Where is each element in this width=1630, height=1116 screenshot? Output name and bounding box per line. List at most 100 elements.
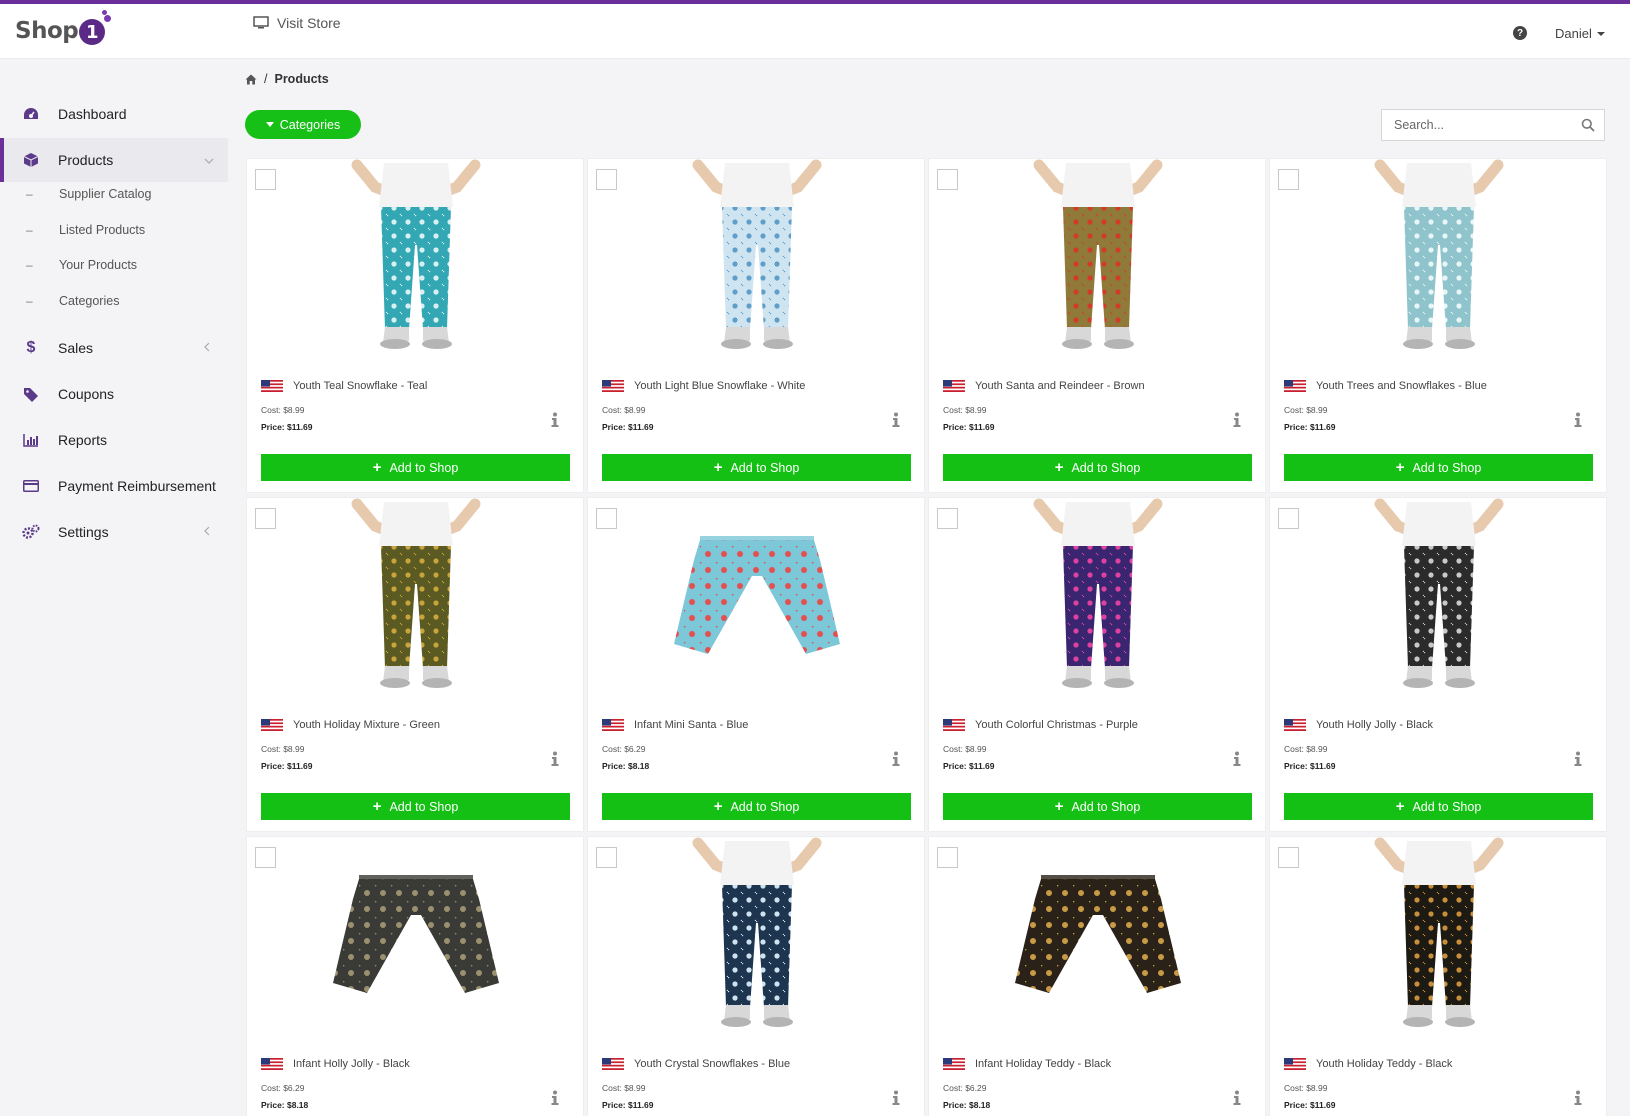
product-image[interactable]: [588, 837, 926, 1037]
us-flag-icon: [602, 719, 624, 731]
product-title: Youth Trees and Snowflakes - Blue: [1316, 380, 1487, 392]
product-title: Youth Santa and Reindeer - Brown: [975, 380, 1145, 392]
product-image[interactable]: [1270, 159, 1608, 359]
product-title-row: Infant Holly Jolly - Black: [261, 1058, 410, 1070]
user-menu[interactable]: Daniel: [1555, 26, 1605, 41]
sidebar-item-label: Settings: [58, 524, 109, 540]
sidebar-item-products[interactable]: Products: [0, 138, 228, 182]
info-icon[interactable]: [1573, 1090, 1583, 1106]
info-icon[interactable]: [1232, 412, 1242, 428]
sidebar-item-settings[interactable]: Settings: [0, 510, 228, 554]
product-cost: Cost: $6.29: [943, 1083, 987, 1093]
categories-label: Categories: [279, 117, 341, 132]
select-checkbox[interactable]: [596, 508, 617, 529]
add-to-shop-button[interactable]: + Add to Shop: [943, 454, 1252, 481]
breadcrumb-current: Products: [274, 72, 329, 86]
product-title-row: Youth Crystal Snowflakes - Blue: [602, 1058, 790, 1070]
product-card: Youth Colorful Christmas - Purple Cost: …: [928, 497, 1266, 832]
info-icon[interactable]: [891, 1090, 901, 1106]
add-to-shop-button[interactable]: + Add to Shop: [943, 793, 1252, 820]
shop-logo[interactable]: Shop 1: [15, 10, 112, 45]
add-to-shop-button[interactable]: + Add to Shop: [1284, 793, 1593, 820]
select-checkbox[interactable]: [255, 847, 276, 868]
select-checkbox[interactable]: [596, 169, 617, 190]
search-icon[interactable]: [1581, 118, 1595, 132]
sidebar-item-label: Coupons: [58, 386, 115, 402]
select-checkbox[interactable]: [937, 847, 958, 868]
caret-down-icon: [265, 122, 274, 127]
plus-icon: +: [1395, 459, 1405, 476]
select-checkbox[interactable]: [1278, 508, 1299, 529]
product-card: Youth Trees and Snowflakes - Blue Cost: …: [1269, 158, 1607, 493]
product-photo-youth: [1374, 498, 1504, 688]
info-icon[interactable]: [550, 412, 560, 428]
select-checkbox[interactable]: [255, 169, 276, 190]
sidebar-subitem-your-products[interactable]: – Your Products: [0, 248, 228, 282]
product-image[interactable]: [1270, 498, 1608, 698]
sidebar-subitem-supplier-catalog[interactable]: – Supplier Catalog: [0, 177, 228, 211]
product-price: Price: $11.69: [1284, 1100, 1336, 1110]
info-icon[interactable]: [891, 751, 901, 767]
info-icon[interactable]: [1232, 1090, 1242, 1106]
select-checkbox[interactable]: [255, 508, 276, 529]
product-title-row: Infant Mini Santa - Blue: [602, 719, 748, 731]
visit-store-link[interactable]: Visit Store: [253, 15, 341, 31]
product-image[interactable]: [929, 498, 1267, 698]
info-icon[interactable]: [550, 1090, 560, 1106]
info-icon[interactable]: [1573, 412, 1583, 428]
sidebar-item-reports[interactable]: Reports: [0, 418, 228, 462]
product-image[interactable]: [588, 498, 926, 698]
help-icon[interactable]: ?: [1513, 26, 1527, 40]
product-image[interactable]: [588, 159, 926, 359]
sidebar-subitem-label: Listed Products: [59, 223, 146, 237]
select-checkbox[interactable]: [596, 847, 617, 868]
add-to-shop-button[interactable]: + Add to Shop: [261, 793, 570, 820]
add-to-shop-button[interactable]: + Add to Shop: [602, 793, 911, 820]
sidebar-item-label: Sales: [58, 340, 94, 356]
select-checkbox[interactable]: [1278, 169, 1299, 190]
add-to-shop-button[interactable]: + Add to Shop: [602, 454, 911, 481]
box-icon: [22, 151, 40, 169]
us-flag-icon: [1284, 1058, 1306, 1070]
add-to-shop-label: Add to Shop: [1071, 799, 1141, 814]
us-flag-icon: [261, 380, 283, 392]
add-to-shop-button[interactable]: + Add to Shop: [1284, 454, 1593, 481]
chevron-left-icon: [204, 525, 210, 539]
sidebar-subitem-categories[interactable]: – Categories: [0, 284, 228, 318]
dashboard-icon: [22, 105, 40, 123]
info-icon[interactable]: [550, 751, 560, 767]
sidebar-item-payment-reimbursement[interactable]: Payment Reimbursement: [0, 464, 228, 508]
categories-button[interactable]: Categories: [245, 110, 361, 139]
sidebar-item-dashboard[interactable]: Dashboard: [0, 92, 228, 136]
product-photo-youth: [1033, 159, 1163, 349]
breadcrumb-separator: /: [264, 72, 268, 86]
product-image[interactable]: [929, 159, 1267, 359]
search-box: [1381, 109, 1605, 141]
info-icon[interactable]: [1573, 751, 1583, 767]
product-price: Price: $11.69: [261, 761, 313, 771]
select-checkbox[interactable]: [937, 169, 958, 190]
product-photo-infant: [333, 875, 499, 993]
add-to-shop-button[interactable]: + Add to Shop: [261, 454, 570, 481]
us-flag-icon: [1284, 719, 1306, 731]
product-price: Price: $11.69: [943, 761, 995, 771]
search-input[interactable]: [1382, 110, 1572, 140]
home-icon[interactable]: [245, 74, 257, 85]
product-price: Price: $8.18: [602, 761, 650, 771]
sidebar-subitem-listed-products[interactable]: – Listed Products: [0, 213, 228, 247]
info-icon[interactable]: [891, 412, 901, 428]
product-image[interactable]: [247, 159, 585, 359]
info-icon[interactable]: [1232, 751, 1242, 767]
select-checkbox[interactable]: [937, 508, 958, 529]
select-checkbox[interactable]: [1278, 847, 1299, 868]
chevron-down-icon: [1596, 31, 1605, 36]
sidebar-subitem-label: Supplier Catalog: [59, 187, 152, 201]
product-image[interactable]: [247, 837, 585, 1037]
sidebar-item-sales[interactable]: $ Sales: [0, 326, 228, 370]
product-image[interactable]: [247, 498, 585, 698]
product-photo-infant: [674, 536, 840, 654]
sidebar-item-coupons[interactable]: Coupons: [0, 372, 228, 416]
product-title-row: Infant Holiday Teddy - Black: [943, 1058, 1111, 1070]
product-image[interactable]: [929, 837, 1267, 1037]
product-image[interactable]: [1270, 837, 1608, 1037]
